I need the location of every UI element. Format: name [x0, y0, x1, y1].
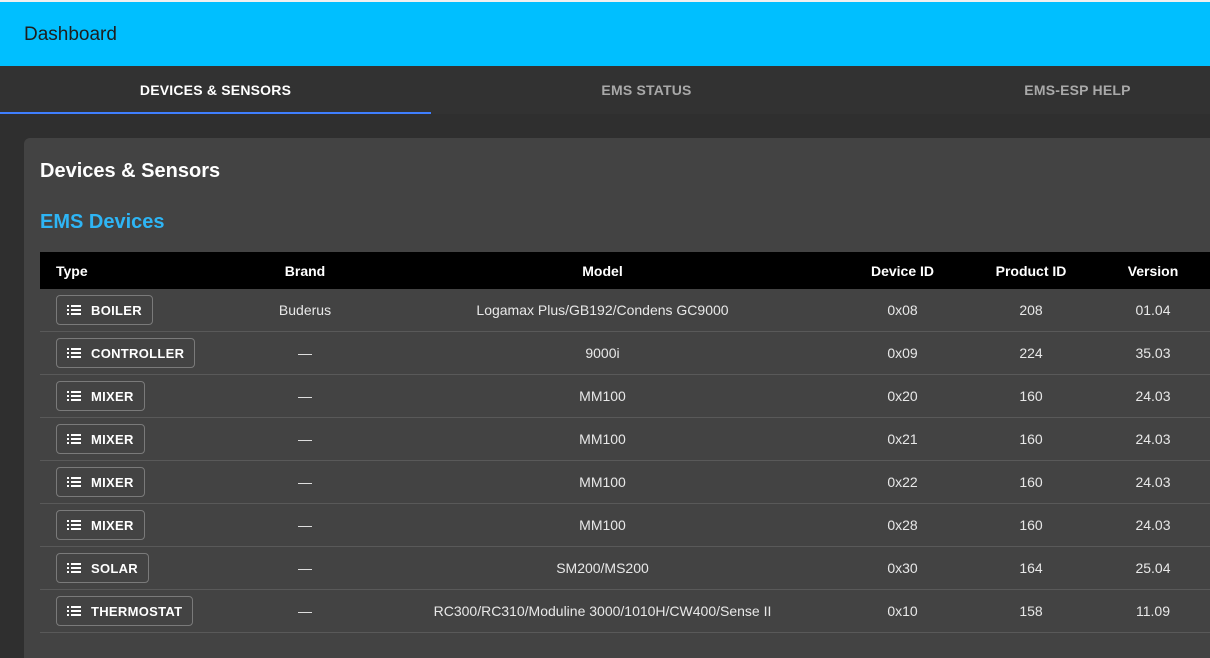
cell-device-id: 0x21 [887, 431, 918, 447]
column-header-model: Model [582, 262, 623, 279]
tab-devices-sensors[interactable]: DEVICES & SENSORS [0, 66, 431, 114]
list-icon [67, 562, 81, 574]
cell-brand: — [298, 560, 312, 576]
cell-type: MIXER [56, 418, 226, 460]
cell-product-id: 160 [1019, 517, 1043, 533]
cell-device-id: 0x22 [887, 474, 918, 490]
cell-product-id: 158 [1019, 603, 1043, 619]
table-row: CONTROLLER — 9000i 0x09 224 35.03 [40, 332, 1210, 375]
cell-device-id: 0x10 [887, 603, 918, 619]
device-type-label: MIXER [91, 431, 134, 447]
cell-brand: — [298, 603, 312, 619]
list-icon [67, 433, 81, 445]
devices-table: Type Brand Model Device ID Product ID Ve… [40, 252, 1210, 633]
cell-device-id: 0x09 [887, 345, 918, 361]
tab-ems-status[interactable]: EMS STATUS [431, 66, 862, 114]
cell-product-id: 208 [1019, 302, 1043, 318]
device-type-button[interactable]: CONTROLLER [56, 338, 196, 368]
cell-version: 24.03 [1135, 517, 1171, 533]
cell-type: CONTROLLER [56, 332, 226, 374]
table-row: SOLAR — SM200/MS200 0x30 164 25.04 [40, 547, 1210, 590]
cell-model: MM100 [579, 474, 626, 490]
app-title: Dashboard [24, 24, 117, 45]
tab-ems-esp-help[interactable]: EMS-ESP HELP [862, 66, 1210, 114]
cell-product-id: 164 [1019, 560, 1043, 576]
table-row: MIXER — MM100 0x28 160 24.03 [40, 504, 1210, 547]
cell-model: MM100 [579, 517, 626, 533]
list-icon [67, 519, 81, 531]
table-row: MIXER — MM100 0x21 160 24.03 [40, 418, 1210, 461]
cell-brand: — [298, 474, 312, 490]
list-icon [67, 304, 81, 316]
cell-type: SOLAR [56, 547, 226, 589]
cell-type: MIXER [56, 461, 226, 503]
table-header: Type Brand Model Device ID Product ID Ve… [40, 252, 1210, 289]
device-type-button[interactable]: BOILER [56, 295, 153, 325]
column-header-brand: Brand [284, 262, 326, 279]
device-type-label: MIXER [91, 474, 134, 490]
cell-brand: — [298, 345, 312, 361]
cell-version: 24.03 [1135, 431, 1171, 447]
device-type-label: SOLAR [91, 560, 138, 576]
device-type-label: BOILER [91, 302, 142, 318]
cell-model: 9000i [585, 345, 620, 361]
cell-device-id: 0x30 [887, 560, 918, 576]
cell-version: 25.04 [1135, 560, 1171, 576]
column-header-type: Type [56, 262, 88, 279]
table-row: MIXER — MM100 0x20 160 24.03 [40, 375, 1210, 418]
devices-card: Devices & Sensors EMS Devices Type Brand… [24, 138, 1210, 658]
device-type-button[interactable]: SOLAR [56, 553, 149, 583]
cell-model: MM100 [579, 388, 626, 404]
cell-type: BOILER [56, 289, 226, 331]
cell-device-id: 0x20 [887, 388, 918, 404]
active-tab-indicator [0, 112, 431, 114]
cell-version: 24.03 [1135, 388, 1171, 404]
cell-model: MM100 [579, 431, 626, 447]
cell-product-id: 160 [1019, 431, 1043, 447]
device-type-button[interactable]: THERMOSTAT [56, 596, 194, 626]
list-icon [67, 605, 81, 617]
cell-model: RC300/RC310/Moduline 3000/1010H/CW400/Se… [433, 603, 772, 619]
table-row: BOILER Buderus Logamax Plus/GB192/Condens … [40, 289, 1210, 332]
list-icon [67, 347, 81, 359]
device-type-label: MIXER [91, 517, 134, 533]
cell-type: THERMOSTAT [56, 590, 226, 632]
device-type-label: THERMOSTAT [91, 603, 183, 619]
cell-type: MIXER [56, 375, 226, 417]
cell-device-id: 0x28 [887, 517, 918, 533]
table-row: MIXER — MM100 0x22 160 24.03 [40, 461, 1210, 504]
cell-brand: — [298, 388, 312, 404]
cell-product-id: 224 [1019, 345, 1043, 361]
section-title: EMS Devices [40, 211, 165, 233]
column-header-version: Version [1127, 262, 1179, 279]
cell-version: 01.04 [1135, 302, 1171, 318]
app-bar: Dashboard [0, 0, 1210, 66]
tab-bar: DEVICES & SENSORS EMS STATUS EMS-ESP HEL… [0, 66, 1210, 114]
device-type-label: CONTROLLER [91, 345, 185, 361]
cell-version: 11.09 [1136, 603, 1170, 619]
table-row: THERMOSTAT — RC300/RC310/Moduline 3000/101… [40, 590, 1210, 633]
page-title: Devices & Sensors [40, 160, 221, 182]
cell-brand: Buderus [278, 302, 332, 318]
device-type-button[interactable]: MIXER [56, 467, 145, 497]
device-type-button[interactable]: MIXER [56, 381, 145, 411]
table-body: BOILER Buderus Logamax Plus/GB192/Condens … [40, 289, 1210, 633]
list-icon [67, 390, 81, 402]
cell-product-id: 160 [1019, 474, 1043, 490]
cell-brand: — [298, 517, 312, 533]
column-header-device-id: Device ID [870, 262, 935, 279]
device-type-label: MIXER [91, 388, 134, 404]
cell-type: MIXER [56, 504, 226, 546]
device-type-button[interactable]: MIXER [56, 510, 145, 540]
device-type-button[interactable]: MIXER [56, 424, 145, 454]
cell-model: Logamax Plus/GB192/Condens GC9000 [476, 302, 729, 318]
cell-brand: — [298, 431, 312, 447]
cell-model: SM200/MS200 [556, 560, 649, 576]
cell-product-id: 160 [1019, 388, 1043, 404]
cell-device-id: 0x08 [887, 302, 918, 318]
list-icon [67, 476, 81, 488]
cell-version: 35.03 [1135, 345, 1171, 361]
column-header-product-id: Product ID [995, 262, 1067, 279]
cell-version: 24.03 [1135, 474, 1171, 490]
